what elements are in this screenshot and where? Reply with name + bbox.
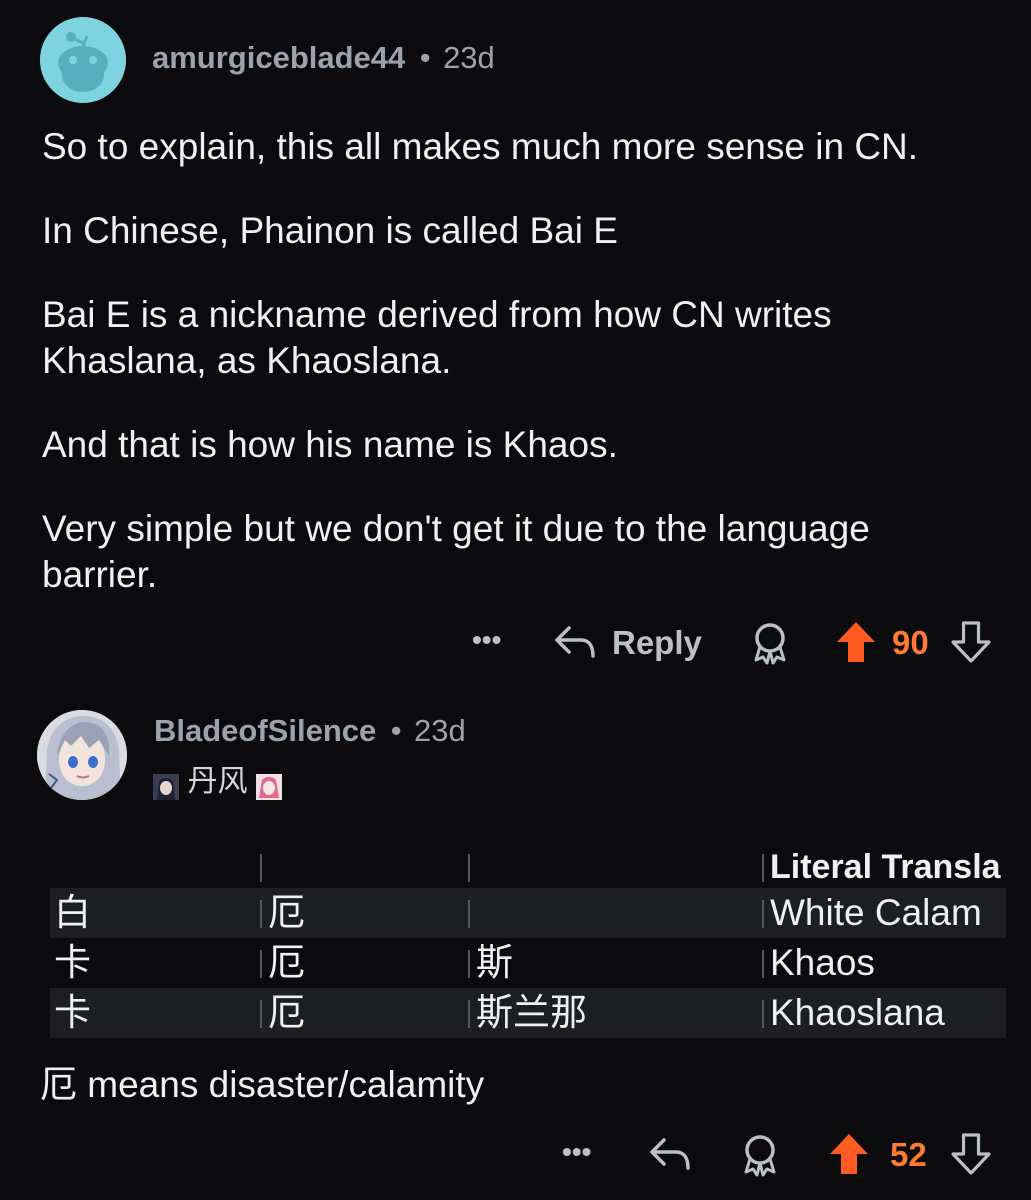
username[interactable]: BladeofSilence <box>154 713 376 748</box>
downvote-icon[interactable] <box>950 1132 992 1181</box>
table-header-row: Literal Transla <box>50 842 1006 892</box>
upvote-icon[interactable] <box>828 1132 870 1181</box>
comment-paragraph: In Chinese, Phainon is called Bai E <box>42 210 618 251</box>
meta-separator: • <box>419 40 431 75</box>
snoo-avatar-icon <box>40 17 126 103</box>
meta-separator: • <box>390 713 402 748</box>
flair-emoji-icon <box>255 773 282 800</box>
comment-paragraph: And that is how his name is Khaos. <box>42 424 618 465</box>
column-divider <box>260 950 262 978</box>
comment-age: 23d <box>443 40 495 75</box>
table-cell: 厄 <box>268 892 305 933</box>
comment-paragraph: So to explain, this all makes much more … <box>42 126 919 167</box>
table-row: 卡 厄 斯兰那 Khaoslana <box>50 988 1006 1038</box>
username[interactable]: amurgiceblade44 <box>152 40 405 75</box>
column-divider <box>468 900 470 928</box>
vote-count: 90 <box>892 624 929 661</box>
downvote-icon[interactable] <box>950 620 992 669</box>
table-header-cell <box>268 842 458 892</box>
table-cell: 白 <box>54 892 91 933</box>
user-avatar[interactable] <box>37 710 127 800</box>
comment-meta: BladeofSilence • 23d <box>154 713 466 749</box>
column-divider <box>762 854 764 882</box>
comment-meta: amurgiceblade44 • 23d <box>152 40 495 76</box>
comment-paragraph: Very simple but we don't get it due to t… <box>42 508 870 595</box>
table-cell: 斯 <box>476 942 513 983</box>
table-cell: 厄 <box>268 942 305 983</box>
table-cell: 卡 <box>54 992 91 1033</box>
column-divider <box>260 854 262 882</box>
table-cell: Khaos <box>770 942 875 983</box>
award-icon[interactable] <box>738 1132 782 1183</box>
column-divider <box>762 900 764 928</box>
reply-button[interactable]: Reply <box>612 624 702 662</box>
column-divider <box>468 854 470 882</box>
comment-paragraph: Bai E is a nickname derived from how CN … <box>42 294 832 381</box>
column-divider <box>260 900 262 928</box>
user-avatar[interactable] <box>40 17 126 103</box>
table-cell: 厄 <box>268 992 305 1033</box>
more-options-button[interactable]: ••• <box>472 624 501 656</box>
reply-icon[interactable] <box>553 622 597 667</box>
column-divider <box>762 1000 764 1028</box>
table-header-cell <box>476 842 756 892</box>
table-header-cell: Literal Transla <box>770 848 1001 886</box>
reply-icon[interactable] <box>648 1134 692 1179</box>
table-cell <box>476 888 756 938</box>
comment-age: 23d <box>414 713 466 748</box>
column-divider <box>260 1000 262 1028</box>
table-cell: White Calam <box>770 892 982 933</box>
table-cell: 斯兰那 <box>476 992 587 1033</box>
flair-text: 丹风 <box>187 765 248 798</box>
flair-emoji-icon <box>153 773 179 800</box>
table-cell: Khaoslana <box>770 992 945 1033</box>
column-divider <box>468 1000 470 1028</box>
table-row: 白 厄 White Calam <box>50 888 1006 938</box>
more-options-button[interactable]: ••• <box>562 1136 591 1168</box>
table-cell: 卡 <box>54 942 91 983</box>
comment-paragraph: 厄 means disaster/calamity <box>40 1064 485 1105</box>
column-divider <box>468 950 470 978</box>
award-icon[interactable] <box>748 620 792 671</box>
vote-count: 52 <box>890 1136 927 1173</box>
upvote-icon[interactable] <box>835 620 877 669</box>
user-flair: 丹风 <box>153 756 282 800</box>
table-header-cell <box>50 842 250 892</box>
table-row: 卡 厄 斯 Khaos <box>50 938 1006 988</box>
column-divider <box>762 950 764 978</box>
anime-avatar-icon <box>37 710 127 800</box>
